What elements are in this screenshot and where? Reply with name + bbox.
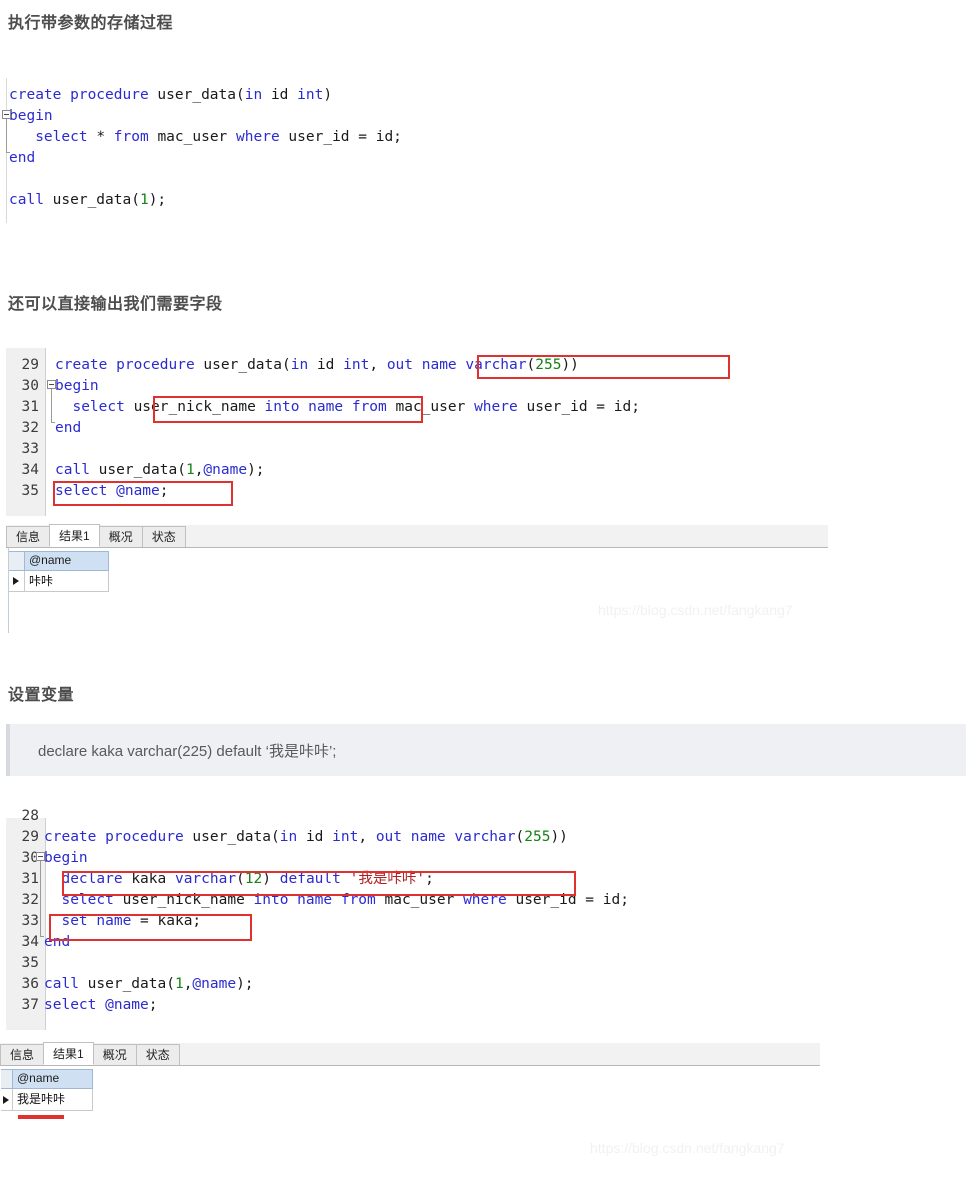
grid-cell[interactable]: 咔咔 <box>25 571 109 592</box>
row-indicator-icon <box>3 1096 9 1104</box>
fold-guide-line <box>51 389 52 422</box>
result-tab-result1[interactable]: 结果1 <box>43 1042 94 1065</box>
grid-column-header[interactable]: @name <box>25 551 109 571</box>
result-tab-status[interactable]: 状态 <box>141 526 186 547</box>
grid-cell[interactable]: 我是咔咔 <box>13 1089 93 1111</box>
code-line: call user_data(1,@name); <box>44 976 254 992</box>
result-tab-profile[interactable]: 概况 <box>92 1044 137 1065</box>
fold-guide-foot <box>51 422 55 423</box>
result-tab-profile[interactable]: 概况 <box>98 526 143 547</box>
code-line: select user_nick_name into name from mac… <box>61 892 629 908</box>
line-number: 31 <box>21 399 39 415</box>
code-line: begin <box>44 850 88 866</box>
fold-guide-line <box>6 119 7 152</box>
line-number: 32 <box>21 420 39 436</box>
line-number: 36 <box>21 976 39 992</box>
line-number: 37 <box>21 997 39 1013</box>
code-line: begin <box>55 378 99 394</box>
line-number-cropped: 28 <box>21 808 39 824</box>
annotation-underline-result <box>18 1115 64 1119</box>
code-line: begin <box>9 108 53 124</box>
line-number: 30 <box>21 378 39 394</box>
section-heading-2: 还可以直接输出我们需要字段 <box>8 296 223 313</box>
line-number: 35 <box>21 955 39 971</box>
code-line: end <box>44 934 71 950</box>
code-line: select @name; <box>44 997 158 1013</box>
code-line: call user_data(1); <box>9 192 167 208</box>
grid-corner-cell[interactable] <box>1 1069 13 1089</box>
code-line: select * from mac_user where user_id = i… <box>35 129 402 145</box>
code-line: end <box>9 150 36 166</box>
code-block-2: 29 30 31 32 33 34 35 create procedure us… <box>0 348 860 516</box>
result-tab-result1[interactable]: 结果1 <box>49 524 100 547</box>
code-line: end <box>55 420 82 436</box>
code-line: select @name; <box>55 483 169 499</box>
code-line: declare kaka varchar(12) default '我是咔咔'; <box>61 871 434 887</box>
fold-guide-foot <box>40 936 44 937</box>
result-tabstrip: 信息 结果1 概况 状态 <box>6 524 828 548</box>
watermark-2: https://blog.csdn.net/fangkang7 <box>590 1140 785 1156</box>
fold-box-icon[interactable] <box>2 110 11 119</box>
fold-guide-foot <box>6 152 10 153</box>
result-tab-info[interactable]: 信息 <box>0 1044 45 1065</box>
code-line: call user_data(1,@name); <box>55 462 265 478</box>
section-heading-1: 执行带参数的存储过程 <box>8 15 174 32</box>
watermark-1: https://blog.csdn.net/fangkang7 <box>598 602 793 618</box>
fold-box-icon[interactable] <box>36 852 45 861</box>
line-number: 29 <box>21 357 39 373</box>
line-number: 35 <box>21 483 39 499</box>
grid-row-header[interactable] <box>1 1089 13 1111</box>
fold-box-icon[interactable] <box>47 380 56 389</box>
result-tabstrip: 信息 结果1 概况 状态 <box>0 1042 820 1066</box>
code-block-3: 28 29 30 31 32 33 34 35 36 37 create pro… <box>0 808 860 1030</box>
fold-guide-line <box>40 861 41 936</box>
row-indicator-icon <box>13 577 19 585</box>
code-line: select user_nick_name into name from mac… <box>72 399 640 415</box>
grid-corner-cell[interactable] <box>9 551 25 571</box>
line-number: 33 <box>21 441 39 457</box>
line-number: 34 <box>21 462 39 478</box>
inline-code-block: declare kaka varchar(225) default ‘我是咔咔’… <box>6 724 966 776</box>
article-page: 执行带参数的存储过程 create procedure user_data(in… <box>0 0 972 1204</box>
line-number-gutter: 29 30 31 32 33 34 35 <box>6 348 46 516</box>
result-tab-info[interactable]: 信息 <box>6 526 51 547</box>
result-pane-2: 信息 结果1 概况 状态 @name 我是咔咔 <box>0 1042 820 1151</box>
grid-column-header[interactable]: @name <box>13 1069 93 1089</box>
grid-row-header[interactable] <box>9 571 25 592</box>
code-line: create procedure user_data(in id int) <box>9 87 333 103</box>
line-number: 29 <box>21 829 39 845</box>
code-line: set name = kaka; <box>61 913 202 929</box>
code-line: create procedure user_data(in id int, ou… <box>44 829 568 845</box>
result-tab-status[interactable]: 状态 <box>135 1044 180 1065</box>
section-heading-3: 设置变量 <box>8 687 75 704</box>
code-line: create procedure user_data(in id int, ou… <box>55 357 579 373</box>
code-block-1: create procedure user_data(in id int) be… <box>0 78 560 223</box>
